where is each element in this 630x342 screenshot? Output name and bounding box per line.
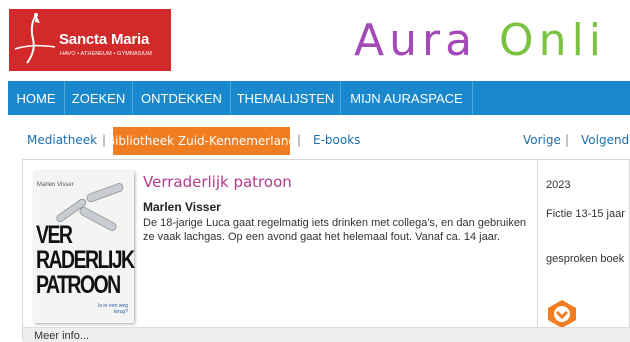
book-cover[interactable]: Marlen Visser VER RADERLIJK PATROON Is e…: [34, 171, 135, 323]
main-nav: HOME ZOEKEN ONTDEKKEN THEMALIJSTEN MIJN …: [8, 81, 630, 115]
meta-genre: Fictie 13-15 jaar: [546, 208, 625, 220]
school-name: Sancta Maria: [59, 31, 150, 48]
nav-item-mijn-auraspace[interactable]: MIJN AURASPACE: [341, 81, 473, 115]
aura-online-wordmark: Aura Onli: [354, 14, 606, 68]
book-author: Marlen Visser: [143, 200, 221, 214]
brand-word-online: Onli: [499, 15, 607, 66]
nav-item-home[interactable]: HOME: [8, 81, 65, 115]
cover-tagline: Is er een weg terug?: [97, 303, 128, 315]
more-info-link[interactable]: Meer info...: [34, 330, 89, 342]
brand-word-aura: Aura: [354, 15, 478, 66]
tab-mediatheek[interactable]: Mediatheek: [27, 133, 97, 147]
nav-item-ontdekken[interactable]: ONTDEKKEN: [133, 81, 231, 115]
book-title-link[interactable]: Verraderlijk patroon: [143, 173, 292, 191]
tab-bibliotheek-zuid-kennemerland[interactable]: Bibliotheek Zuid-Kennemerland: [107, 127, 296, 155]
tab-ebooks[interactable]: E-books: [313, 133, 360, 147]
source-tabs: Mediatheek | Bibliotheek Zuid-Kennemerla…: [0, 127, 630, 155]
school-logo[interactable]: Sancta Maria HAVO • ATHENEUM • GYMNASIUM: [9, 9, 171, 71]
result-main: Marlen Visser VER RADERLIJK PATROON Is e…: [23, 160, 537, 327]
pager-separator: |: [565, 133, 570, 147]
school-subtitle: HAVO • ATHENEUM • GYMNASIUM: [60, 51, 152, 57]
result-meta: 2023 Fictie 13-15 jaar gesproken boek: [537, 160, 630, 328]
pager-previous[interactable]: Vorige: [523, 133, 561, 147]
nav-item-themalijsten[interactable]: THEMALIJSTEN: [231, 81, 341, 115]
tab-separator: |: [102, 133, 107, 147]
tab-separator: |: [297, 133, 302, 147]
school-crest-icon: [14, 13, 56, 64]
nav-item-zoeken[interactable]: ZOEKEN: [65, 81, 133, 115]
pager-next[interactable]: Volgende: [581, 133, 630, 147]
meta-year: 2023: [546, 179, 571, 191]
cover-title: VER RADERLIJK PATROON: [36, 221, 135, 299]
result-card: Marlen Visser VER RADERLIJK PATROON Is e…: [22, 159, 630, 342]
result-footer: Meer info...: [23, 327, 630, 342]
meta-format: gesproken boek: [546, 253, 625, 265]
book-description: De 18-jarige Luca gaat regelmatig iets d…: [143, 217, 527, 243]
